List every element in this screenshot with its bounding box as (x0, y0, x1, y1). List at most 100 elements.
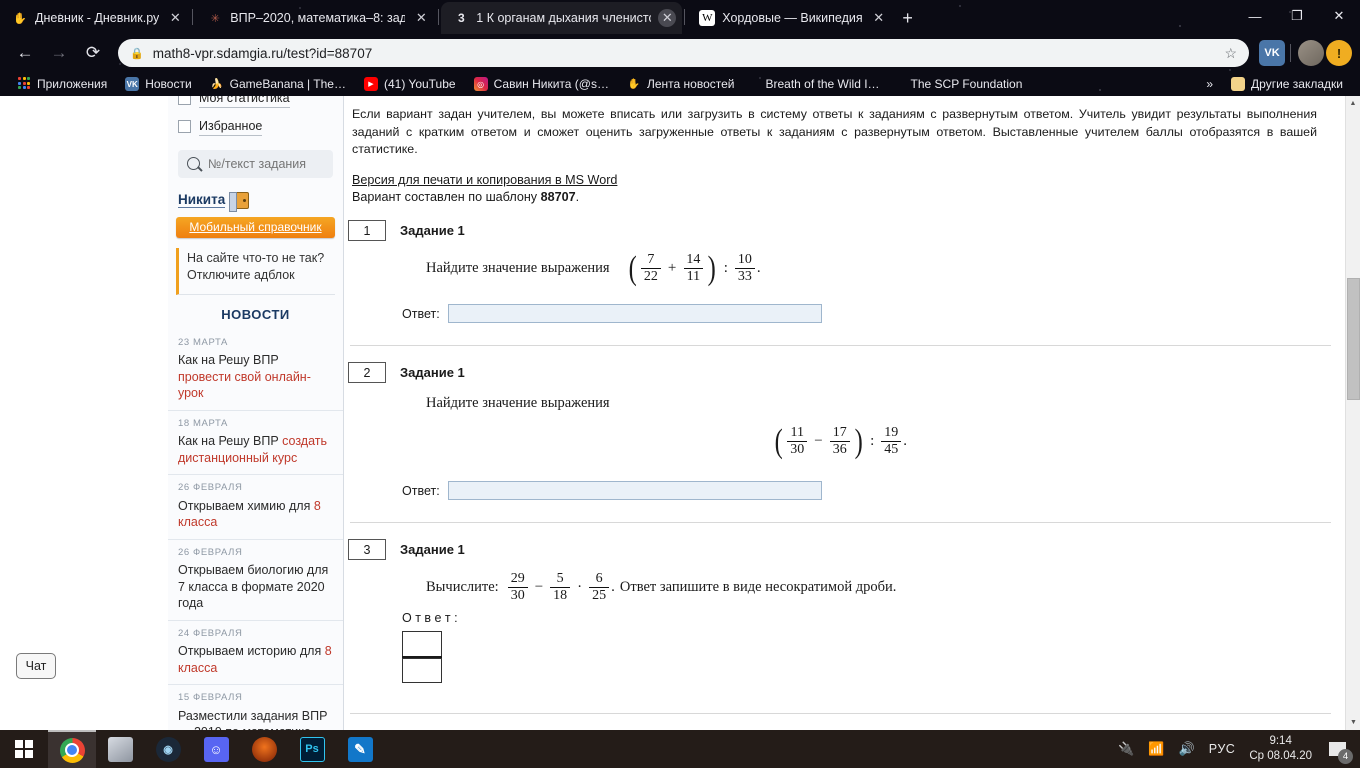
close-icon[interactable]: ✕ (166, 9, 184, 27)
bookmark-label: The SCP Foundation (910, 77, 1023, 91)
sidebar-user[interactable]: Никита (168, 188, 343, 217)
task-search-box[interactable] (178, 149, 369, 178)
other-bookmarks-folder[interactable]: Другие закладки (1222, 73, 1352, 95)
hand-icon: ✋ (13, 12, 27, 25)
taskbar-photoshop[interactable]: Ps (288, 730, 336, 768)
bookmark-label: Савин Никита (@s… (493, 77, 609, 91)
news-list-item[interactable]: 23 МАРТА Как на Решу ВПР провести свой о… (168, 330, 343, 411)
news-list-item[interactable]: 26 ФЕВРАЛЯ Открываем биологию для 7 клас… (168, 540, 343, 621)
flstudio-taskbar-icon (251, 736, 277, 762)
task-number[interactable]: 1 (348, 220, 386, 242)
fraction-3: 19 45 (881, 426, 902, 457)
bookmark-star-icon[interactable]: ☆ (1224, 45, 1237, 62)
moon-extension-icon[interactable] (1298, 40, 1324, 66)
maximize-button[interactable]: ❐ (1276, 0, 1318, 32)
page-scrollbar[interactable]: ▲ ▼ (1345, 96, 1360, 730)
bookmark-instagram[interactable]: ◎ Савин Никита (@s… (465, 73, 618, 95)
wifi-icon[interactable]: 📶 (1148, 741, 1164, 757)
exit-door-icon[interactable] (229, 191, 250, 212)
start-button[interactable] (0, 730, 48, 768)
window-controls: — ❐ ✕ (1234, 0, 1360, 32)
answer-numerator-cell[interactable] (402, 631, 442, 657)
sidebar-checkbox-favorites[interactable]: Избранное (168, 116, 343, 138)
close-icon[interactable]: ✕ (658, 9, 677, 27)
clock[interactable]: 9:14 Ср 08.04.20 (1249, 734, 1312, 764)
battery-icon[interactable]: 🔌 (1118, 741, 1134, 757)
answer-input[interactable] (447, 304, 822, 324)
scroll-up-arrow-icon[interactable]: ▲ (1346, 96, 1360, 111)
news-date: 24 ФЕВРАЛЯ (178, 627, 243, 639)
taskbar-chrome[interactable] (48, 730, 96, 768)
reload-button[interactable]: ⟳ (76, 38, 110, 68)
bookmarks-overflow-button[interactable]: » (1197, 73, 1222, 95)
task-body: Найдите значение выражения ( 7 22 + 14 1… (348, 251, 1331, 285)
checkbox-icon[interactable] (178, 120, 191, 134)
browser-tab-2[interactable]: ✳ ВПР–2020, математика–8: зада ✕ (195, 2, 436, 34)
task-number[interactable]: 2 (348, 362, 386, 384)
news-list-item[interactable]: 26 ФЕВРАЛЯ Открываем химию для 8 класса (168, 475, 343, 540)
division-sign: : (723, 260, 728, 277)
news-title: Открываем биологию для 7 класса в формат… (178, 563, 329, 611)
volume-icon[interactable]: 🔊 (1179, 741, 1195, 757)
browser-tab-4[interactable]: W Хордовые — Википедия ✕ (687, 2, 893, 34)
vk-extension-icon[interactable]: VK (1259, 40, 1285, 66)
print-version-link[interactable]: Версия для печати и копирования в MS Wor… (352, 173, 617, 187)
taskbar-flstudio[interactable] (240, 730, 288, 768)
close-icon[interactable]: ✕ (412, 9, 430, 27)
news-list-item[interactable]: 18 МАРТА Как на Решу ВПР создать дистанц… (168, 411, 343, 476)
news-date: 23 МАРТА (178, 336, 228, 348)
adblock-line-2: Отключите адблок (187, 267, 295, 282)
browser-tab-1[interactable]: ✋ Дневник - Дневник.ру ✕ (0, 2, 190, 34)
news-list-item[interactable]: 15 ФЕВРАЛЯ Разместили задания ВПР — 2019… (168, 685, 343, 730)
mobile-guide-button[interactable]: Мобильный справочник (176, 216, 335, 238)
answer-input[interactable] (447, 481, 822, 501)
news-date: 26 ФЕВРАЛЯ (178, 482, 243, 494)
close-window-button[interactable]: ✕ (1318, 0, 1360, 32)
notification-center-button[interactable]: 4 (1326, 738, 1353, 764)
bookmark-label: (41) YouTube (383, 77, 456, 91)
scrollbar-thumb[interactable] (1347, 278, 1360, 400)
bookmark-youtube[interactable]: ▶ (41) YouTube (355, 73, 465, 95)
bookmark-apps[interactable]: Приложения (8, 73, 116, 95)
scroll-down-arrow-icon[interactable]: ▼ (1346, 715, 1360, 730)
new-tab-button[interactable]: + (894, 4, 922, 32)
taskbar-paint-tool-sai[interactable]: ✎ (336, 730, 384, 768)
main-content: Если вариант задан учителем, вы можете в… (344, 96, 1345, 730)
address-bar[interactable]: 🔒 math8-vpr.sdamgia.ru/test?id=88707 ☆ (118, 39, 1249, 67)
taskbar-steam[interactable]: ◉ (144, 730, 192, 768)
answer-denominator-input[interactable] (403, 659, 441, 683)
answer-numerator-input[interactable] (403, 632, 441, 657)
back-button[interactable]: ← (8, 38, 42, 68)
task-number[interactable]: 3 (348, 539, 386, 561)
youtube-icon: ▶ (363, 77, 378, 91)
task-prompt: Найдите значение выражения (426, 395, 610, 412)
sidebar-checkbox-statistics[interactable]: Моя статистика (168, 96, 343, 110)
minimize-button[interactable]: — (1234, 0, 1276, 32)
bookmark-label: Новости (145, 77, 192, 91)
windows-start-icon (15, 740, 33, 758)
chat-button[interactable]: Чат (16, 653, 56, 679)
bookmark-botw[interactable]: Breath of the Wild I… (743, 73, 888, 95)
news-list-item[interactable]: 24 ФЕВРАЛЯ Открываем историю для 8 класс… (168, 621, 343, 686)
amber-extension-icon[interactable]: ! (1326, 40, 1352, 66)
hand-icon: ✋ (627, 78, 641, 90)
checkbox-icon[interactable] (178, 96, 191, 106)
bookmark-novosti[interactable]: VK Новости (116, 73, 200, 95)
answer-denominator-cell[interactable] (402, 658, 442, 684)
paint-tool-sai-taskbar-icon: ✎ (347, 736, 373, 762)
taskbar-discord[interactable]: ☺ (192, 730, 240, 768)
bookmark-scp[interactable]: The SCP Foundation (889, 73, 1032, 95)
language-indicator[interactable]: РУС (1209, 742, 1236, 756)
wikipedia-icon: W (699, 10, 716, 26)
tab-strip: ✋ Дневник - Дневник.ру ✕ ✳ ВПР–2020, мат… (0, 0, 1240, 34)
intro-paragraph: Если вариант задан учителем, вы можете в… (352, 107, 1317, 157)
bookmarks-bar: Приложения VK Новости 🍌 GameBanana | The… (0, 72, 1360, 96)
browser-tab-3[interactable]: 3 1 К органам дыхания членисто ✕ (441, 2, 683, 34)
math-expression: ( 11 30 − 17 36 ) : 19 45 . (772, 424, 907, 458)
close-icon[interactable]: ✕ (870, 9, 888, 27)
bookmark-lenta[interactable]: ✋ Лента новостей (618, 73, 744, 95)
bookmark-gamebanana[interactable]: 🍌 GameBanana | The… (201, 73, 355, 95)
forward-button[interactable]: → (42, 38, 76, 68)
windows-taskbar: ◉ ☺ Ps ✎ 🔌 📶 🔊 РУС 9:14 Ср 08.04.20 4 (0, 730, 1360, 768)
taskbar-mail[interactable] (96, 730, 144, 768)
